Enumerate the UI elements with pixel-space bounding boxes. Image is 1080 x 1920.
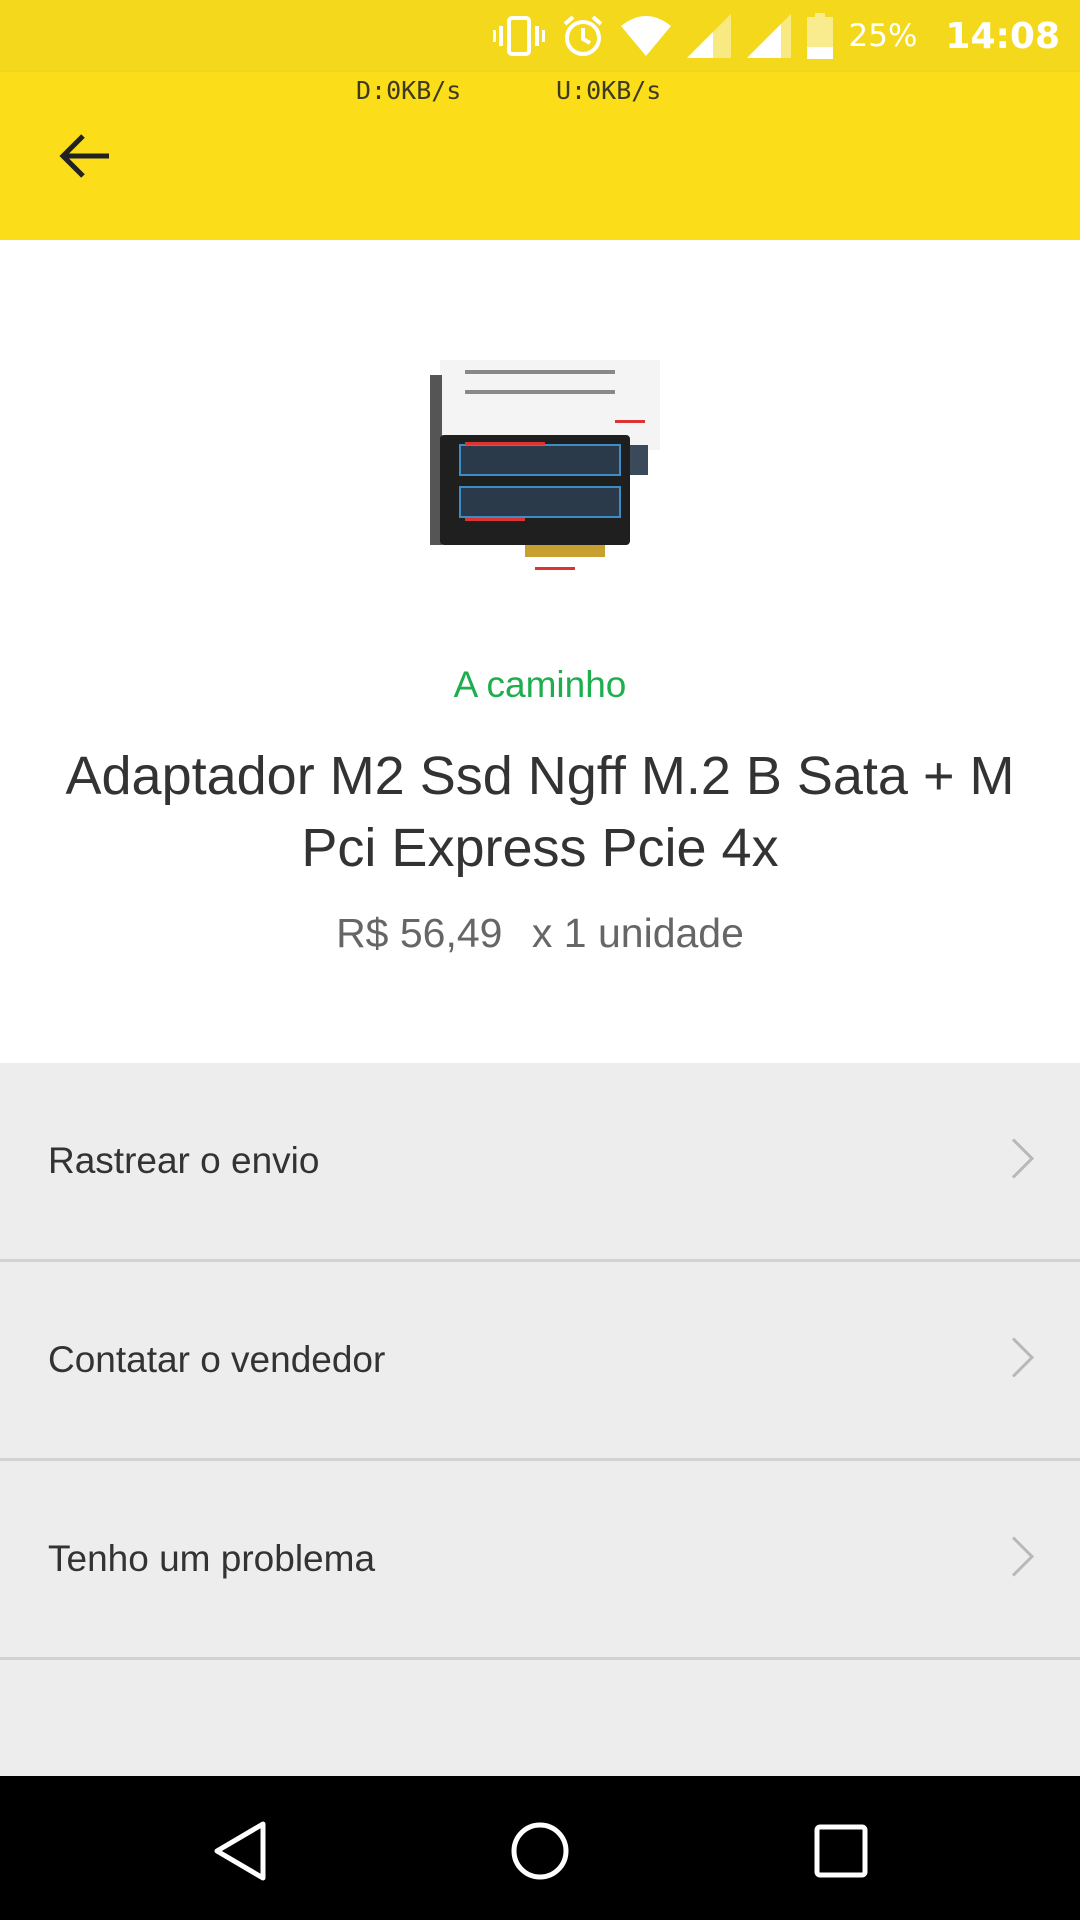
- list-item-label: Tenho um problema: [48, 1538, 376, 1579]
- nav-home-button[interactable]: [505, 1816, 575, 1886]
- signal-icon-2: [746, 14, 791, 58]
- product-title: Adaptador M2 Ssd Ngff M.2 B Sata + M Pci…: [65, 746, 1015, 878]
- app-bar: [0, 72, 1080, 240]
- report-problem-item[interactable]: Tenho um problema: [0, 1461, 1080, 1660]
- price-line: R$ 56,49 x 1 unidade: [0, 910, 1080, 957]
- circle-home-icon: [511, 1822, 569, 1880]
- chevron-right-icon: [1010, 1336, 1036, 1385]
- arrow-left-icon: [59, 134, 109, 178]
- status-bar: 25% 14:08: [0, 0, 1080, 72]
- wifi-icon: [620, 16, 671, 56]
- product-quantity: x 1 unidade: [531, 910, 744, 956]
- product-price: R$ 56,49: [336, 910, 503, 956]
- nav-recents-button[interactable]: [806, 1816, 876, 1886]
- status-clock: 14:08: [945, 15, 1060, 57]
- chevron-right-icon: [1010, 1535, 1036, 1584]
- square-recents-icon: [814, 1824, 868, 1878]
- battery-percent: 25%: [848, 18, 918, 54]
- net-down-speed: D:0KB/s: [356, 76, 462, 105]
- track-shipment-item[interactable]: Rastrear o envio: [0, 1063, 1080, 1262]
- shipment-status: A caminho: [453, 664, 627, 705]
- list-item-label: Rastrear o envio: [48, 1140, 320, 1181]
- net-up-speed: U:0KB/s: [556, 76, 662, 105]
- contact-seller-item[interactable]: Contatar o vendedor: [0, 1262, 1080, 1461]
- system-nav-bar: [0, 1776, 1080, 1920]
- vibrate-icon: [492, 16, 545, 56]
- signal-icon: [686, 14, 731, 58]
- chevron-right-icon: [1010, 1137, 1036, 1186]
- nav-back-button[interactable]: [206, 1816, 276, 1886]
- order-actions-list: Rastrear o envio Contatar o vendedor Ten…: [0, 1063, 1080, 1660]
- battery-icon: [806, 13, 833, 59]
- product-image: [405, 345, 675, 605]
- alarm-icon: [561, 14, 605, 58]
- back-button[interactable]: [54, 120, 114, 192]
- status-icons: 25% 14:08: [492, 0, 1060, 72]
- list-item-label: Contatar o vendedor: [48, 1339, 386, 1380]
- triangle-back-icon: [214, 1821, 266, 1881]
